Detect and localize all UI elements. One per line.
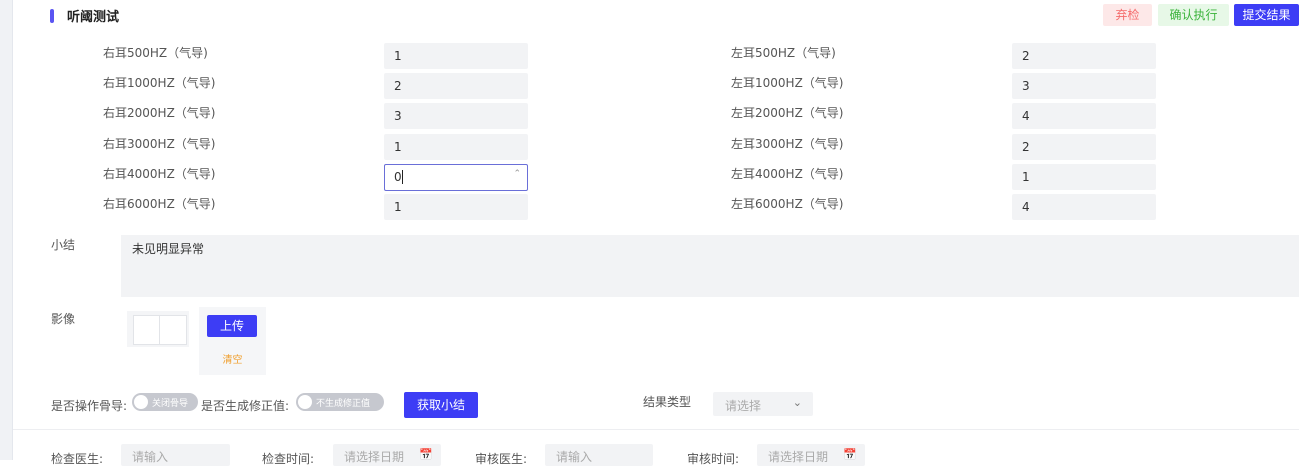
left-500-input[interactable]: 2: [1012, 43, 1156, 69]
correction-label: 是否生成修正值:: [201, 399, 290, 413]
image-thumbnail[interactable]: [127, 311, 189, 347]
result-type-placeholder: 请选择: [725, 399, 762, 413]
review-time-label: 审核时间:: [687, 452, 740, 466]
switch-knob: [134, 395, 148, 409]
abandon-button[interactable]: 弃检: [1103, 4, 1152, 26]
left-3000-label: 左耳3000HZ（气导): [731, 137, 844, 151]
text-caret: [402, 170, 403, 184]
spin-up-icon[interactable]: ⌃: [513, 169, 521, 179]
right-2000-value: 3: [394, 109, 402, 123]
bone-conduction-switch[interactable]: 关闭骨导: [132, 393, 198, 411]
get-summary-button[interactable]: 获取小结: [404, 392, 478, 418]
switch-knob: [298, 395, 312, 409]
left-2000-label: 左耳2000HZ（气导): [731, 106, 844, 120]
switch-text: 关闭骨导: [152, 399, 189, 409]
review-time-input[interactable]: 请选择日期 📅: [757, 444, 865, 466]
right-500-value: 1: [394, 49, 402, 63]
clear-link[interactable]: 清空: [199, 351, 266, 366]
right-500-label: 右耳500HZ（气导): [103, 46, 208, 60]
left-4000-input[interactable]: 1: [1012, 164, 1156, 190]
left-2000-value: 4: [1022, 109, 1030, 123]
calendar-icon: 📅: [419, 448, 433, 461]
right-4000-value: 0: [394, 170, 402, 184]
calendar-icon: 📅: [843, 448, 857, 461]
doctor-input[interactable]: 请输入: [121, 444, 230, 466]
left-6000-input[interactable]: 4: [1012, 194, 1156, 220]
correction-switch[interactable]: 不生成修正值: [296, 393, 384, 411]
switch-text: 不生成修正值: [316, 399, 371, 409]
document-icon: [133, 315, 161, 345]
reviewer-label: 审核医生:: [475, 452, 528, 466]
submit-result-button[interactable]: 提交结果: [1234, 4, 1299, 26]
right-6000-value: 1: [394, 200, 402, 214]
doctor-label: 检查医生:: [51, 452, 104, 466]
left-divider: [12, 0, 13, 460]
document-icon: [159, 315, 187, 345]
left-6000-value: 4: [1022, 200, 1030, 214]
image-label: 影像: [51, 312, 76, 326]
exam-time-label: 检查时间:: [262, 452, 315, 466]
upload-button[interactable]: 上传: [207, 315, 257, 337]
left-500-value: 2: [1022, 49, 1030, 63]
summary-text: 未见明显异常: [132, 242, 205, 256]
left-3000-input[interactable]: 2: [1012, 134, 1156, 160]
right-6000-label: 右耳6000HZ（气导): [103, 197, 216, 211]
right-1000-value: 2: [394, 79, 402, 93]
summary-textarea[interactable]: 未见明显异常: [121, 235, 1299, 297]
right-1000-input[interactable]: 2: [384, 73, 528, 99]
left-gutter: [0, 0, 12, 460]
bottom-divider: [13, 429, 1299, 430]
left-500-label: 左耳500HZ（气导): [731, 46, 836, 60]
result-type-label: 结果类型: [643, 395, 692, 409]
reviewer-input[interactable]: 请输入: [545, 444, 653, 466]
chevron-down-icon: ⌄: [792, 396, 802, 409]
left-4000-value: 1: [1022, 170, 1030, 184]
reviewer-placeholder: 请输入: [556, 450, 593, 464]
review-time-placeholder: 请选择日期: [768, 450, 829, 464]
right-6000-input[interactable]: 1: [384, 194, 528, 220]
bone-conduction-label: 是否操作骨导:: [51, 399, 128, 413]
left-3000-value: 2: [1022, 140, 1030, 154]
section-marker: [50, 9, 54, 23]
right-3000-value: 1: [394, 140, 402, 154]
right-2000-label: 右耳2000HZ（气导): [103, 106, 216, 120]
doctor-placeholder: 请输入: [132, 450, 169, 464]
left-1000-input[interactable]: 3: [1012, 73, 1156, 99]
right-500-input[interactable]: 1: [384, 43, 528, 69]
section-title: 听阈测试: [67, 10, 120, 25]
right-3000-label: 右耳3000HZ（气导): [103, 137, 216, 151]
upload-card: 上传 清空: [199, 307, 266, 375]
result-type-select[interactable]: 请选择 ⌄: [713, 392, 813, 416]
left-1000-label: 左耳1000HZ（气导): [731, 76, 844, 90]
left-4000-label: 左耳4000HZ（气导): [731, 167, 844, 181]
right-1000-label: 右耳1000HZ（气导): [103, 76, 216, 90]
right-2000-input[interactable]: 3: [384, 103, 528, 129]
left-6000-label: 左耳6000HZ（气导): [731, 197, 844, 211]
left-1000-value: 3: [1022, 79, 1030, 93]
right-3000-input[interactable]: 1: [384, 134, 528, 160]
confirm-execute-button[interactable]: 确认执行: [1158, 4, 1229, 26]
right-4000-input[interactable]: 0 ⌃: [384, 164, 528, 191]
left-2000-input[interactable]: 4: [1012, 103, 1156, 129]
right-4000-label: 右耳4000HZ（气导): [103, 167, 216, 181]
exam-time-placeholder: 请选择日期: [344, 450, 405, 464]
exam-time-input[interactable]: 请选择日期 📅: [333, 444, 441, 466]
summary-label: 小结: [51, 238, 76, 252]
